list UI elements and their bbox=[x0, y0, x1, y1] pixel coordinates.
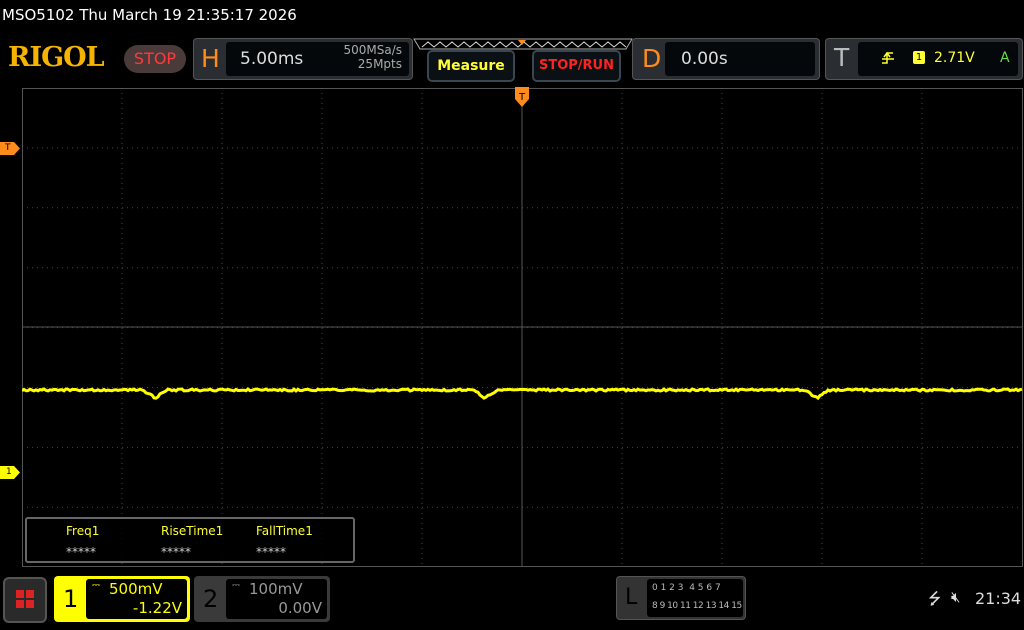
clock: 21:34 bbox=[975, 589, 1021, 608]
measurement-name: Freq1 bbox=[66, 524, 99, 538]
horizontal-label: H bbox=[201, 44, 220, 73]
delay-label: D bbox=[642, 44, 661, 73]
trigger-mode: A bbox=[1000, 50, 1010, 66]
window-title: MSO5102 Thu March 19 21:35:17 2026 bbox=[2, 6, 297, 24]
trigger-panel[interactable]: T 1 2.71V A bbox=[825, 38, 1023, 80]
channel2-offset: 0.00V bbox=[278, 599, 322, 617]
rising-edge-icon bbox=[881, 51, 895, 65]
channel1-panel[interactable]: 1 ⎓ 500mV -1.22V bbox=[54, 576, 190, 622]
mute-icon[interactable]: 🔇︎ bbox=[951, 588, 960, 606]
trigger-source: 1 bbox=[913, 51, 925, 64]
grid-menu-icon bbox=[5, 579, 45, 621]
measurement-name: RiseTime1 bbox=[161, 524, 223, 538]
memory-depth: 25Mpts bbox=[358, 57, 402, 71]
measurement-panel: Freq1 ***** RiseTime1 ***** FallTime1 **… bbox=[25, 517, 355, 563]
channel2-scale: 100mV bbox=[249, 580, 303, 598]
dc-coupling-icon: ⎓ bbox=[92, 580, 100, 591]
delay-panel[interactable]: D 0.00s bbox=[632, 38, 820, 80]
measurement-name: FallTime1 bbox=[256, 524, 313, 538]
trigger-level-marker[interactable]: T bbox=[0, 142, 20, 155]
channel2-panel[interactable]: 2 ⎓ 100mV 0.00V bbox=[194, 576, 330, 622]
rigol-logo: RIGOL bbox=[8, 42, 104, 73]
menu-button[interactable] bbox=[3, 577, 47, 623]
stop-run-button[interactable]: STOP/RUN bbox=[532, 50, 621, 82]
measurement-value: ***** bbox=[161, 545, 191, 559]
run-state-badge[interactable]: STOP bbox=[124, 45, 186, 73]
sample-rate: 500MSa/s bbox=[343, 43, 402, 57]
channel1-scale: 500mV bbox=[109, 580, 163, 598]
waveform-grid[interactable] bbox=[22, 88, 1023, 567]
channel1-offset: -1.22V bbox=[133, 599, 182, 617]
horizontal-panel[interactable]: H 5.00ms 500MSa/s 25Mpts bbox=[193, 38, 413, 80]
trigger-position-marker-icon[interactable]: T bbox=[515, 87, 529, 109]
trigger-label: T bbox=[834, 43, 849, 72]
channel1-ground-marker[interactable]: 1 bbox=[0, 466, 20, 479]
timebase: 5.00ms bbox=[240, 49, 303, 69]
memory-position-bar[interactable] bbox=[412, 37, 636, 51]
dc-coupling-icon: ⎓ bbox=[232, 580, 240, 591]
trigger-level: 2.71V bbox=[934, 50, 975, 66]
delay-value: 0.00s bbox=[681, 49, 728, 69]
channel2-number: 2 bbox=[203, 585, 218, 613]
measure-button[interactable]: Measure bbox=[427, 50, 515, 82]
logic-channels-row2: 8 9 10 11 12 13 14 15 bbox=[652, 601, 742, 611]
logic-channels-row1: 0 1 2 3 4 5 6 7 bbox=[652, 583, 721, 593]
usb-icon: ⭍ bbox=[928, 588, 941, 615]
measurement-value: ***** bbox=[66, 545, 96, 559]
logic-analyzer-panel[interactable]: L 0 1 2 3 4 5 6 7 8 9 10 11 12 13 14 15 bbox=[616, 576, 746, 620]
logic-label: L bbox=[625, 585, 637, 610]
channel1-number: 1 bbox=[63, 585, 78, 613]
measurement-value: ***** bbox=[256, 545, 286, 559]
svg-text:T: T bbox=[518, 92, 526, 103]
